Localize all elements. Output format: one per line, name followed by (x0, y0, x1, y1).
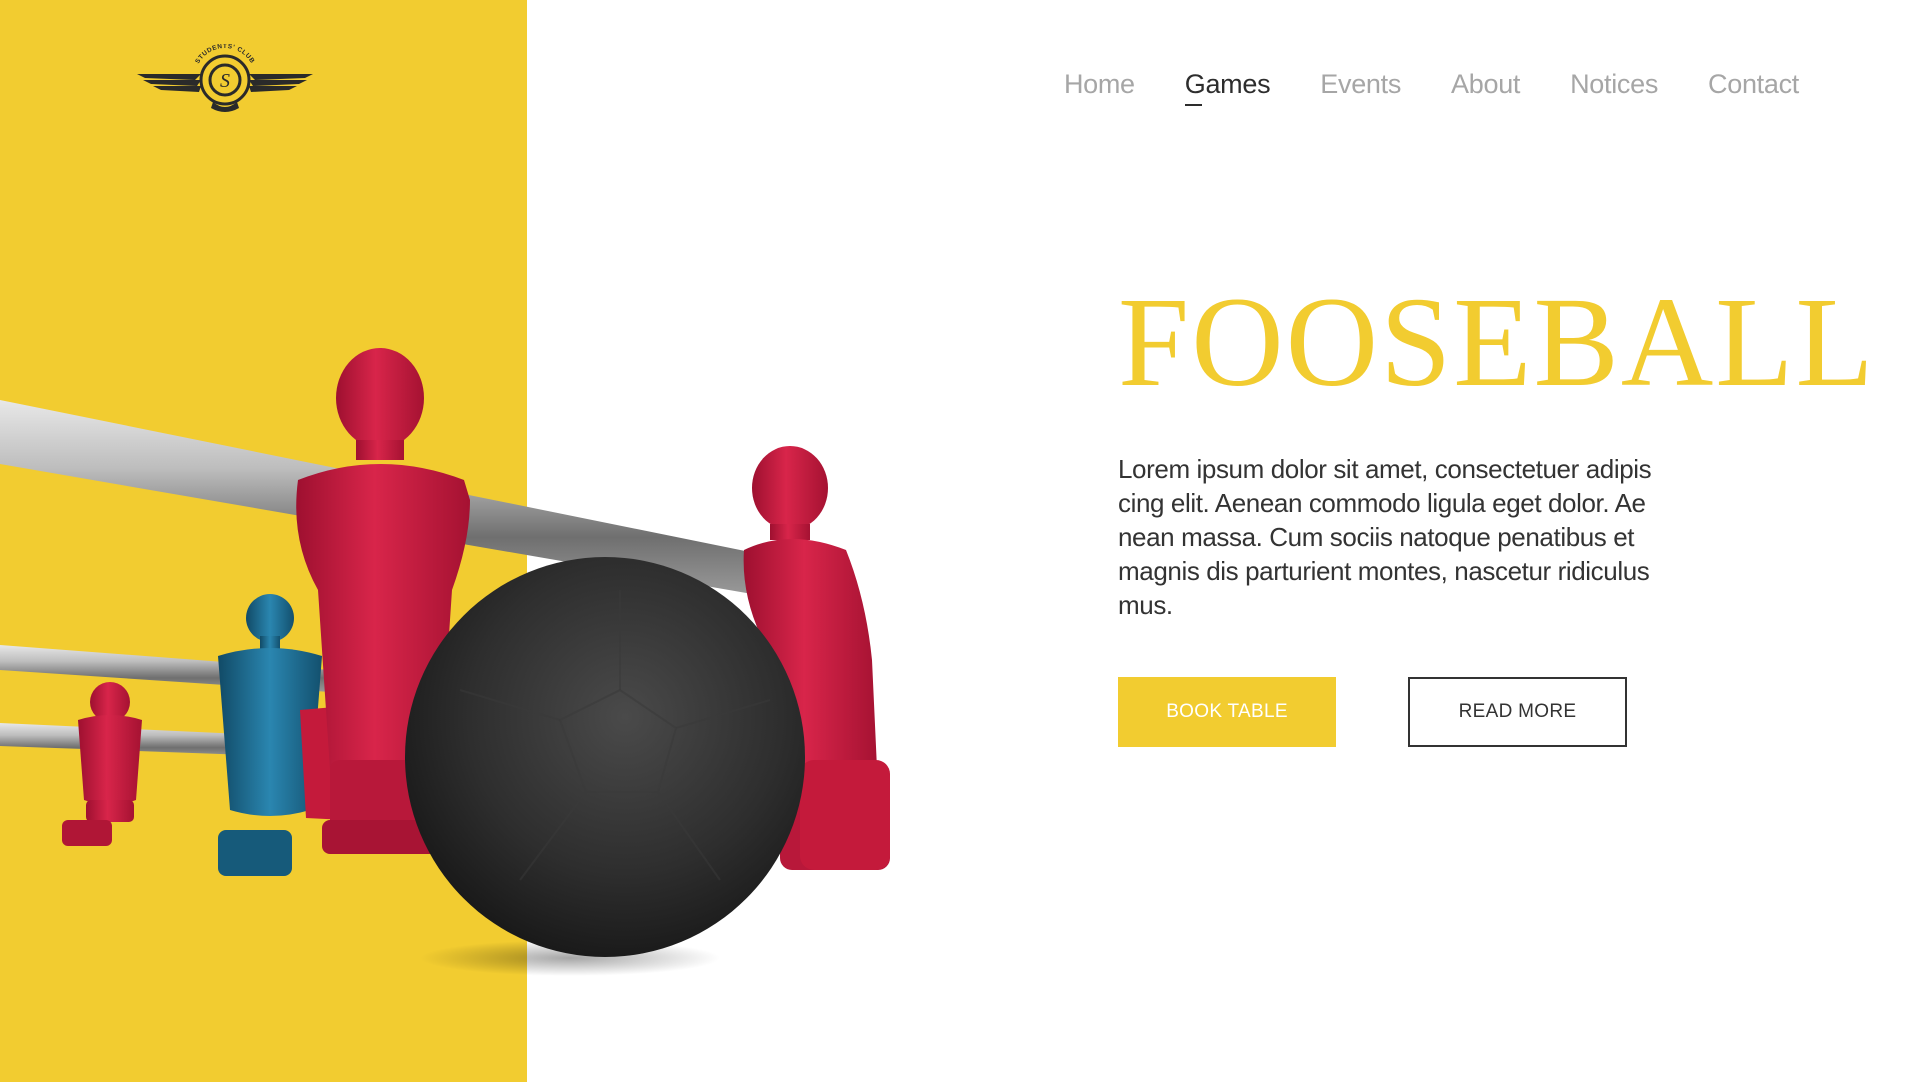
hero-title: FOOSEBALL (1118, 271, 1876, 413)
svg-text:S: S (220, 70, 230, 92)
svg-text:STUDENTS' CLUB: STUDENTS' CLUB (194, 44, 256, 65)
nav-games[interactable]: Games (1184, 69, 1271, 106)
foosball-hero-image (0, 340, 920, 1000)
red-player-small (62, 682, 142, 846)
nav-about[interactable]: About (1451, 69, 1520, 100)
main-navigation: Home Games Events About Notices Contact (1064, 64, 1799, 106)
nav-contact[interactable]: Contact (1708, 69, 1799, 100)
hero-description: Lorem ipsum dolor sit amet, consectetuer… (1118, 454, 1652, 620)
winged-emblem-icon: S STUDENTS' CLUB (137, 44, 313, 112)
club-logo[interactable]: S STUDENTS' CLUB (135, 44, 315, 116)
read-more-button[interactable]: READ MORE (1408, 677, 1627, 747)
nav-events[interactable]: Events (1320, 69, 1401, 100)
book-table-button[interactable]: BOOK TABLE (1118, 677, 1336, 747)
logo-text: STUDENTS' CLUB (194, 44, 255, 65)
foosball-ball (405, 557, 805, 957)
nav-home[interactable]: Home (1064, 69, 1135, 100)
nav-notices[interactable]: Notices (1570, 69, 1658, 100)
